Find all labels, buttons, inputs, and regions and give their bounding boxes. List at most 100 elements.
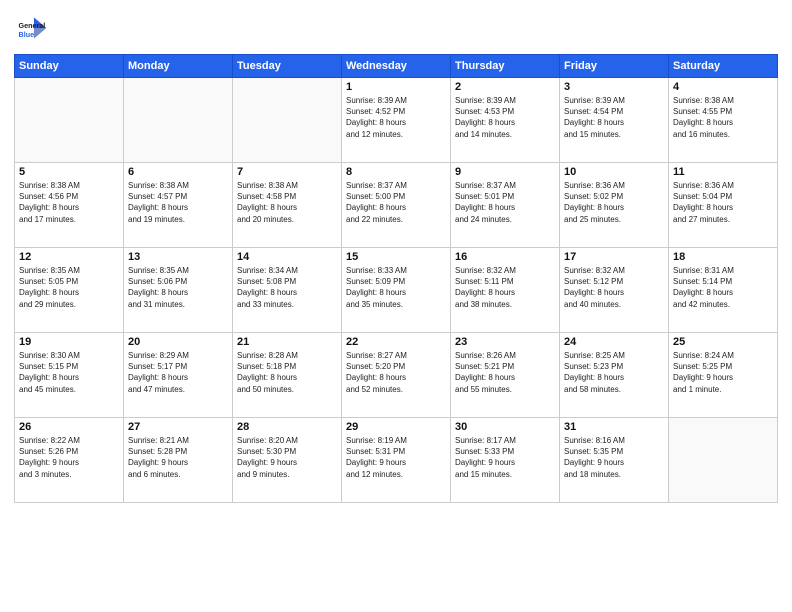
- calendar-cell: 13 Sunrise: 8:35 AM Sunset: 5:06 PM Dayli…: [124, 248, 233, 333]
- calendar-cell: 7Sunrise: 8:38 AM Sunset: 4:58 PM Daylig…: [233, 163, 342, 248]
- day-info: Sunrise: 8:39 AM Sunset: 4:52 PM Dayligh…: [346, 95, 446, 140]
- day-number: 18: [673, 251, 773, 263]
- calendar-header-row: SundayMondayTuesdayWednesdayThursdayFrid…: [15, 55, 778, 78]
- calendar-cell: 15 Sunrise: 8:33 AM Sunset: 5:09 PM Dayli…: [342, 248, 451, 333]
- calendar-cell: 4Sunrise: 8:38 AM Sunset: 4:55 PM Daylig…: [669, 78, 778, 163]
- day-number: 6: [128, 166, 228, 178]
- week-row-4: 26 Sunrise: 8:22 AM Sunset: 5:26 PM Dayli…: [15, 418, 778, 503]
- day-number: 13: [128, 251, 228, 263]
- svg-text:General: General: [19, 21, 46, 30]
- week-row-3: 19 Sunrise: 8:30 AM Sunset: 5:15 PM Dayli…: [15, 333, 778, 418]
- day-info: Sunrise: 8:26 AM Sunset: 5:21 PM Dayligh…: [455, 350, 555, 395]
- calendar-cell: 6Sunrise: 8:38 AM Sunset: 4:57 PM Daylig…: [124, 163, 233, 248]
- day-number: 26: [19, 421, 119, 433]
- calendar-cell: 24Sunrise: 8:25 AM Sunset: 5:23 PM Dayli…: [560, 333, 669, 418]
- day-info: Sunrise: 8:36 AM Sunset: 5:04 PM Dayligh…: [673, 180, 773, 225]
- calendar-cell: 30 Sunrise: 8:17 AM Sunset: 5:33 PM Dayli…: [451, 418, 560, 503]
- day-number: 29: [346, 421, 446, 433]
- day-info: Sunrise: 8:16 AM Sunset: 5:35 PM Dayligh…: [564, 435, 664, 480]
- calendar-cell: 8Sunrise: 8:37 AM Sunset: 5:00 PM Daylig…: [342, 163, 451, 248]
- day-number: 8: [346, 166, 446, 178]
- day-number: 31: [564, 421, 664, 433]
- day-info: Sunrise: 8:29 AM Sunset: 5:17 PM Dayligh…: [128, 350, 228, 395]
- calendar-cell: 18 Sunrise: 8:31 AM Sunset: 5:14 PM Dayli…: [669, 248, 778, 333]
- header: General Blue: [14, 10, 778, 46]
- calendar-cell: 23 Sunrise: 8:26 AM Sunset: 5:21 PM Dayli…: [451, 333, 560, 418]
- day-info: Sunrise: 8:37 AM Sunset: 5:01 PM Dayligh…: [455, 180, 555, 225]
- day-info: Sunrise: 8:38 AM Sunset: 4:56 PM Dayligh…: [19, 180, 119, 225]
- week-row-1: 5 Sunrise: 8:38 AM Sunset: 4:56 PM Daylig…: [15, 163, 778, 248]
- weekday-header-monday: Monday: [124, 55, 233, 78]
- calendar-cell: 3Sunrise: 8:39 AM Sunset: 4:54 PM Daylig…: [560, 78, 669, 163]
- calendar-cell: 26 Sunrise: 8:22 AM Sunset: 5:26 PM Dayli…: [15, 418, 124, 503]
- day-number: 15: [346, 251, 446, 263]
- day-info: Sunrise: 8:34 AM Sunset: 5:08 PM Dayligh…: [237, 265, 337, 310]
- day-number: 20: [128, 336, 228, 348]
- weekday-header-friday: Friday: [560, 55, 669, 78]
- day-number: 14: [237, 251, 337, 263]
- calendar-cell: 11 Sunrise: 8:36 AM Sunset: 5:04 PM Dayli…: [669, 163, 778, 248]
- day-number: 5: [19, 166, 119, 178]
- page: General Blue SundayMondayTuesdayWednesda…: [0, 0, 792, 612]
- svg-text:Blue: Blue: [19, 30, 35, 39]
- day-info: Sunrise: 8:36 AM Sunset: 5:02 PM Dayligh…: [564, 180, 664, 225]
- weekday-header-sunday: Sunday: [15, 55, 124, 78]
- weekday-header-wednesday: Wednesday: [342, 55, 451, 78]
- calendar-cell: 22 Sunrise: 8:27 AM Sunset: 5:20 PM Dayli…: [342, 333, 451, 418]
- calendar-cell: 12Sunrise: 8:35 AM Sunset: 5:05 PM Dayli…: [15, 248, 124, 333]
- calendar-cell: 5 Sunrise: 8:38 AM Sunset: 4:56 PM Daylig…: [15, 163, 124, 248]
- calendar-cell: [669, 418, 778, 503]
- calendar-cell: 21 Sunrise: 8:28 AM Sunset: 5:18 PM Dayli…: [233, 333, 342, 418]
- day-number: 22: [346, 336, 446, 348]
- calendar-cell: [233, 78, 342, 163]
- calendar-cell: 9 Sunrise: 8:37 AM Sunset: 5:01 PM Daylig…: [451, 163, 560, 248]
- calendar-cell: 17Sunrise: 8:32 AM Sunset: 5:12 PM Dayli…: [560, 248, 669, 333]
- day-info: Sunrise: 8:24 AM Sunset: 5:25 PM Dayligh…: [673, 350, 773, 395]
- day-number: 23: [455, 336, 555, 348]
- day-info: Sunrise: 8:20 AM Sunset: 5:30 PM Dayligh…: [237, 435, 337, 480]
- day-info: Sunrise: 8:27 AM Sunset: 5:20 PM Dayligh…: [346, 350, 446, 395]
- day-info: Sunrise: 8:30 AM Sunset: 5:15 PM Dayligh…: [19, 350, 119, 395]
- day-info: Sunrise: 8:33 AM Sunset: 5:09 PM Dayligh…: [346, 265, 446, 310]
- day-info: Sunrise: 8:35 AM Sunset: 5:06 PM Dayligh…: [128, 265, 228, 310]
- day-number: 3: [564, 81, 664, 93]
- weekday-header-saturday: Saturday: [669, 55, 778, 78]
- week-row-2: 12Sunrise: 8:35 AM Sunset: 5:05 PM Dayli…: [15, 248, 778, 333]
- day-number: 17: [564, 251, 664, 263]
- calendar-cell: 20 Sunrise: 8:29 AM Sunset: 5:17 PM Dayli…: [124, 333, 233, 418]
- day-info: Sunrise: 8:28 AM Sunset: 5:18 PM Dayligh…: [237, 350, 337, 395]
- calendar-cell: 29 Sunrise: 8:19 AM Sunset: 5:31 PM Dayli…: [342, 418, 451, 503]
- calendar-cell: 14 Sunrise: 8:34 AM Sunset: 5:08 PM Dayli…: [233, 248, 342, 333]
- day-number: 9: [455, 166, 555, 178]
- day-number: 28: [237, 421, 337, 433]
- day-number: 16: [455, 251, 555, 263]
- calendar: SundayMondayTuesdayWednesdayThursdayFrid…: [14, 54, 778, 503]
- day-number: 25: [673, 336, 773, 348]
- day-info: Sunrise: 8:32 AM Sunset: 5:11 PM Dayligh…: [455, 265, 555, 310]
- day-info: Sunrise: 8:17 AM Sunset: 5:33 PM Dayligh…: [455, 435, 555, 480]
- day-number: 21: [237, 336, 337, 348]
- day-number: 1: [346, 81, 446, 93]
- weekday-header-thursday: Thursday: [451, 55, 560, 78]
- day-info: Sunrise: 8:39 AM Sunset: 4:53 PM Dayligh…: [455, 95, 555, 140]
- calendar-cell: 27Sunrise: 8:21 AM Sunset: 5:28 PM Dayli…: [124, 418, 233, 503]
- day-number: 24: [564, 336, 664, 348]
- day-number: 19: [19, 336, 119, 348]
- calendar-cell: 31 Sunrise: 8:16 AM Sunset: 5:35 PM Dayli…: [560, 418, 669, 503]
- weekday-header-tuesday: Tuesday: [233, 55, 342, 78]
- week-row-0: 1 Sunrise: 8:39 AM Sunset: 4:52 PM Daylig…: [15, 78, 778, 163]
- day-number: 10: [564, 166, 664, 178]
- day-number: 7: [237, 166, 337, 178]
- day-info: Sunrise: 8:19 AM Sunset: 5:31 PM Dayligh…: [346, 435, 446, 480]
- calendar-cell: [15, 78, 124, 163]
- day-info: Sunrise: 8:22 AM Sunset: 5:26 PM Dayligh…: [19, 435, 119, 480]
- calendar-cell: 2Sunrise: 8:39 AM Sunset: 4:53 PM Daylig…: [451, 78, 560, 163]
- day-info: Sunrise: 8:31 AM Sunset: 5:14 PM Dayligh…: [673, 265, 773, 310]
- calendar-cell: [124, 78, 233, 163]
- day-number: 30: [455, 421, 555, 433]
- calendar-cell: 19 Sunrise: 8:30 AM Sunset: 5:15 PM Dayli…: [15, 333, 124, 418]
- calendar-cell: 1 Sunrise: 8:39 AM Sunset: 4:52 PM Daylig…: [342, 78, 451, 163]
- day-number: 11: [673, 166, 773, 178]
- calendar-cell: 16 Sunrise: 8:32 AM Sunset: 5:11 PM Dayli…: [451, 248, 560, 333]
- day-info: Sunrise: 8:21 AM Sunset: 5:28 PM Dayligh…: [128, 435, 228, 480]
